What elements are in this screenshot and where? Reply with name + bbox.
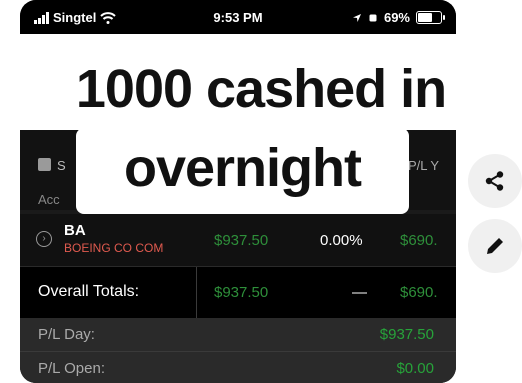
edit-button[interactable] <box>468 219 522 273</box>
totals-change: — <box>352 284 367 301</box>
table-row[interactable]: › BA BOEING CO COM $937.50 0.00% $690. <box>20 214 456 266</box>
ticker-symbol: BA <box>64 222 86 239</box>
share-button[interactable] <box>468 154 522 208</box>
caption-line-2: overnight <box>123 138 362 198</box>
pl-day-label: P/L Day: <box>38 326 95 343</box>
position-value-right: $690. <box>400 232 438 249</box>
header-symbol-partial: S <box>57 158 66 173</box>
caption-line-1: 1000 cashed in <box>75 59 447 119</box>
totals-value-right: $690. <box>400 284 438 301</box>
status-right: 69% <box>352 10 445 25</box>
battery-percent: 69% <box>383 10 410 25</box>
totals-label: Overall Totals: <box>38 283 140 300</box>
position-change: 0.00% <box>320 232 363 249</box>
header-account-partial: Acc <box>38 192 60 207</box>
pencil-icon <box>487 238 503 254</box>
pl-day-value: $937.50 <box>379 326 434 343</box>
totals-value: $937.50 <box>214 284 269 301</box>
pl-open-label: P/L Open: <box>38 360 105 377</box>
header-pl-partial: P/L Y <box>408 158 440 173</box>
select-all-checkbox[interactable] <box>38 158 51 171</box>
status-bar: Singtel 9:53 PM 69% <box>20 0 456 34</box>
totals-row: Overall Totals: $937.50 — $690. <box>20 266 456 319</box>
column-divider <box>196 267 197 319</box>
alarm-icon <box>369 14 377 21</box>
chevron-right-icon[interactable]: › <box>36 231 52 247</box>
summary-row-day: P/L Day: $937.50 <box>20 318 456 351</box>
summary-row-open: P/L Open: $0.00 <box>20 351 456 383</box>
company-name: BOEING CO COM <box>64 241 164 255</box>
position-value: $937.50 <box>214 232 269 249</box>
pl-open-value: $0.00 <box>396 360 434 377</box>
share-icon <box>485 171 504 191</box>
battery-icon <box>416 11 445 24</box>
location-arrow-icon <box>352 13 361 22</box>
